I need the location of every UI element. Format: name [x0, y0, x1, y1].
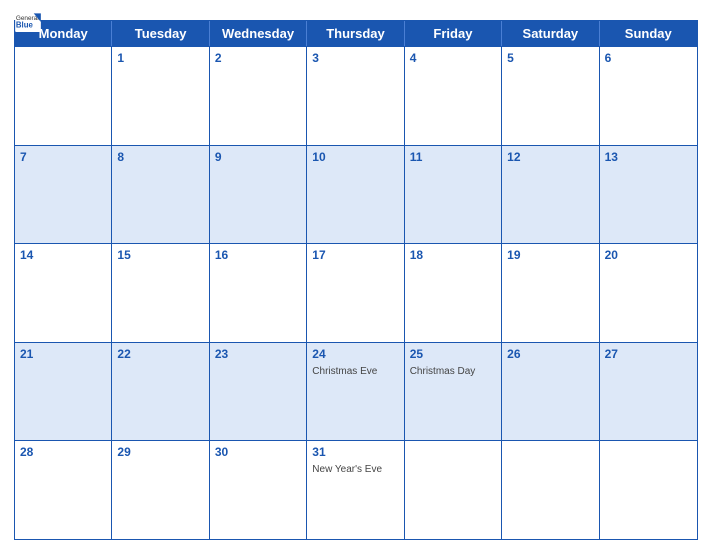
- calendar-body: 0123456789101112131415161718192021222324…: [15, 46, 697, 539]
- calendar-cell: 30: [210, 441, 307, 539]
- cell-day-number: 24: [312, 346, 398, 363]
- calendar-cell: 12: [502, 146, 599, 244]
- cell-day-number: 0: [605, 444, 692, 461]
- cell-day-number: 19: [507, 247, 593, 264]
- logo-svg: General Blue: [14, 12, 42, 32]
- calendar-cell: 22: [112, 343, 209, 441]
- calendar-grid: MondayTuesdayWednesdayThursdayFridaySatu…: [14, 20, 698, 540]
- weekday-header: Sunday: [600, 21, 697, 46]
- cell-event: New Year's Eve: [312, 463, 398, 476]
- cell-day-number: 26: [507, 346, 593, 363]
- calendar-cell: 3: [307, 47, 404, 145]
- cell-day-number: 2: [215, 50, 301, 67]
- calendar-weekday-headers: MondayTuesdayWednesdayThursdayFridaySatu…: [15, 21, 697, 46]
- calendar-cell: 6: [600, 47, 697, 145]
- calendar-cell: 29: [112, 441, 209, 539]
- cell-event: Christmas Day: [410, 365, 496, 378]
- cell-event: Christmas Eve: [312, 365, 398, 378]
- calendar-cell: 14: [15, 244, 112, 342]
- cell-day-number: 25: [410, 346, 496, 363]
- cell-day-number: 10: [312, 149, 398, 166]
- calendar-cell: 18: [405, 244, 502, 342]
- calendar-week: 28293031New Year's Eve000: [15, 440, 697, 539]
- calendar-cell: 17: [307, 244, 404, 342]
- calendar-cell: 31 New Year's Eve: [307, 441, 404, 539]
- cell-day-number: 17: [312, 247, 398, 264]
- cell-day-number: 20: [605, 247, 692, 264]
- calendar-cell: 11: [405, 146, 502, 244]
- calendar-cell: 13: [600, 146, 697, 244]
- cell-day-number: 15: [117, 247, 203, 264]
- calendar-cell: 7: [15, 146, 112, 244]
- weekday-header: Friday: [405, 21, 502, 46]
- cell-day-number: 9: [215, 149, 301, 166]
- weekday-header: Wednesday: [210, 21, 307, 46]
- calendar-cell: 9: [210, 146, 307, 244]
- cell-day-number: 16: [215, 247, 301, 264]
- cell-day-number: 28: [20, 444, 106, 461]
- cell-day-number: 0: [410, 444, 496, 461]
- cell-day-number: 29: [117, 444, 203, 461]
- calendar-page: General Blue MondayTuesdayWednesdayThurs…: [0, 0, 712, 550]
- cell-day-number: 4: [410, 50, 496, 67]
- cell-day-number: 8: [117, 149, 203, 166]
- calendar-cell: 26: [502, 343, 599, 441]
- calendar-cell: 28: [15, 441, 112, 539]
- calendar-week: 789 10 11 12 13: [15, 145, 697, 244]
- calendar-week: 0123456: [15, 46, 697, 145]
- calendar-header: General Blue: [14, 10, 698, 14]
- calendar-cell: 0: [600, 441, 697, 539]
- weekday-header: Saturday: [502, 21, 599, 46]
- cell-day-number: 14: [20, 247, 106, 264]
- calendar-week: 14 15 16 17 18 19 20: [15, 243, 697, 342]
- weekday-header: Tuesday: [112, 21, 209, 46]
- cell-day-number: 23: [215, 346, 301, 363]
- svg-text:Blue: Blue: [16, 21, 34, 30]
- cell-day-number: 21: [20, 346, 106, 363]
- cell-day-number: 12: [507, 149, 593, 166]
- calendar-week: 21 22 23 24 Christmas Eve 25 Christmas Day 26 27: [15, 342, 697, 441]
- cell-day-number: 3: [312, 50, 398, 67]
- cell-day-number: 30: [215, 444, 301, 461]
- cell-day-number: 22: [117, 346, 203, 363]
- calendar-cell: 15: [112, 244, 209, 342]
- cell-day-number: 11: [410, 149, 496, 166]
- calendar-cell: 24 Christmas Eve: [307, 343, 404, 441]
- calendar-cell: 10: [307, 146, 404, 244]
- calendar-cell: 4: [405, 47, 502, 145]
- calendar-cell: 0: [502, 441, 599, 539]
- cell-day-number: 18: [410, 247, 496, 264]
- calendar-cell: 5: [502, 47, 599, 145]
- calendar-cell: 27: [600, 343, 697, 441]
- calendar-cell: 0: [15, 47, 112, 145]
- calendar-cell: 25 Christmas Day: [405, 343, 502, 441]
- generalblue-logo: General Blue: [14, 12, 42, 32]
- calendar-cell: 20: [600, 244, 697, 342]
- calendar-cell: 2: [210, 47, 307, 145]
- cell-day-number: 5: [507, 50, 593, 67]
- cell-day-number: 0: [507, 444, 593, 461]
- cell-day-number: 27: [605, 346, 692, 363]
- cell-day-number: 31: [312, 444, 398, 461]
- calendar-cell: 1: [112, 47, 209, 145]
- cell-day-number: 13: [605, 149, 692, 166]
- calendar-cell: 16: [210, 244, 307, 342]
- cell-day-number: 6: [605, 50, 692, 67]
- calendar-cell: 23: [210, 343, 307, 441]
- calendar-cell: 21: [15, 343, 112, 441]
- calendar-cell: 8: [112, 146, 209, 244]
- cell-day-number: 0: [20, 50, 106, 67]
- cell-day-number: 1: [117, 50, 203, 67]
- calendar-cell: 19: [502, 244, 599, 342]
- calendar-cell: 0: [405, 441, 502, 539]
- cell-day-number: 7: [20, 149, 106, 166]
- weekday-header: Thursday: [307, 21, 404, 46]
